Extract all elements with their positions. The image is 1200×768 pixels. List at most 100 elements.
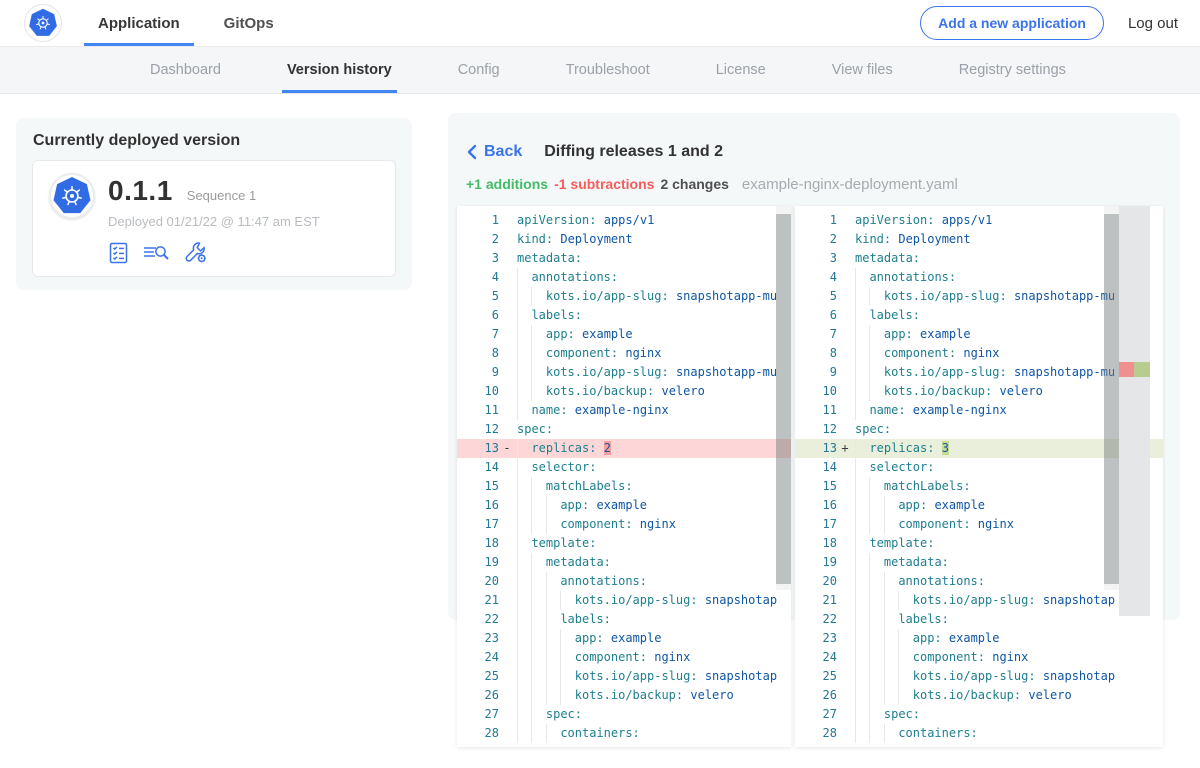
tab-version-history[interactable]: Version history [282,47,397,93]
line-number: 1 [457,211,499,230]
line-number: 24 [457,648,499,667]
diff-marker [499,363,515,382]
version-action-icons [108,241,320,264]
line-number: 28 [457,724,499,743]
diff-editor-original[interactable]: 1apiVersion: apps/v12kind: Deployment3me… [457,206,791,747]
code-line-7-left: 7app: example [457,325,791,344]
top-navigation: ApplicationGitOps Add a new application … [0,0,1200,47]
line-number: 13 [795,439,837,458]
diff-marker [837,268,853,287]
diff-marker [837,325,853,344]
code-line-17-left: 17component: nginx [457,515,791,534]
code-content: template: [517,534,596,553]
code-line-21-left: 21kots.io/app-slug: snapshotap [457,591,791,610]
tab-view-files[interactable]: View files [827,47,898,93]
diff-marker [499,629,515,648]
diff-marker [499,458,515,477]
logout-button[interactable]: Log out [1128,15,1178,32]
scrollbar-thumb[interactable] [776,214,791,584]
code-content: kots.io/backup: velero [517,382,705,401]
code-line-1-left: 1 apiVersion: apps/v1 [457,211,791,230]
code-line-3-left: 3metadata: [457,249,791,268]
line-number: 21 [457,591,499,610]
ruler-deletion-marker [1119,362,1134,377]
tab-license[interactable]: License [711,47,771,93]
code-content: app: example [517,629,661,648]
preflight-checks-icon[interactable] [108,242,130,264]
line-number: 22 [795,610,837,629]
code-content: spec: [855,420,891,439]
scrollbar-thumb[interactable] [1104,214,1119,584]
code-content: containers: [517,724,640,743]
back-button[interactable]: Back [466,143,522,161]
code-content: app: example [855,325,971,344]
diff-marker [837,629,853,648]
code-content: kind: Deployment [855,230,971,249]
code-line-5-left: 5kots.io/app-slug: snapshotapp-mu [457,287,791,306]
code-content: kots.io/app-slug: snapshotapp-mu [517,363,777,382]
tab-troubleshoot[interactable]: Troubleshoot [561,47,655,93]
sequence-label: Sequence 1 [187,188,256,203]
diff-title: Diffing releases 1 and 2 [544,143,723,161]
diff-editor-modified[interactable]: 1apiVersion: apps/v12kind: Deployment3me… [795,206,1163,747]
code-content: matchLabels: [517,477,633,496]
line-number: 15 [457,477,499,496]
kubernetes-logo [24,4,62,42]
topnav-tab-gitops[interactable]: GitOps [222,0,276,46]
code-line-27-right: 27spec: [795,705,1163,724]
diff-marker: - [499,439,515,458]
code-line-19-left: 19metadata: [457,553,791,572]
code-line-22-left: 22labels: [457,610,791,629]
code-content: apiVersion: apps/v1 [517,211,654,230]
diff-marker [837,249,853,268]
code-content: kots.io/app-slug: snapshotap [855,591,1115,610]
code-lines-original: 1apiVersion: apps/v12kind: Deployment3me… [457,206,791,743]
line-number: 13 [457,439,499,458]
code-content: labels: [517,306,582,325]
line-number: 23 [457,629,499,648]
code-content: annotations: [855,268,956,287]
diff-marker [837,724,853,743]
line-number: 18 [795,534,837,553]
code-line-4-left: 4annotations: [457,268,791,287]
code-line-27-left: 27spec: [457,705,791,724]
line-number: 14 [795,458,837,477]
diff-marker [499,382,515,401]
code-content: containers: [855,724,978,743]
code-content: matchLabels: [855,477,971,496]
code-content: component: nginx [855,648,1028,667]
line-number: 16 [795,496,837,515]
diff-marker [837,705,853,724]
code-content: annotations: [517,268,618,287]
code-line-23-left: 23 app: example [457,629,791,648]
add-application-button[interactable]: Add a new application [920,6,1104,40]
tab-config[interactable]: Config [453,47,505,93]
line-number: 11 [457,401,499,420]
diff-marker [837,515,853,534]
line-number: 5 [795,287,837,306]
line-number: 28 [795,724,837,743]
code-content: app: example [855,629,999,648]
line-number: 24 [795,648,837,667]
code-line-23-right: 23app: example [795,629,1163,648]
line-number: 2 [457,230,499,249]
diff-marker [499,705,515,724]
kubernetes-app-icon [52,176,92,216]
code-line-11-left: 11name: example-nginx [457,401,791,420]
release-notes-icon[interactable] [143,242,170,264]
topnav-tab-application[interactable]: Application [96,0,182,46]
tab-registry-settings[interactable]: Registry settings [954,47,1071,93]
tab-dashboard[interactable]: Dashboard [145,47,226,93]
line-number: 9 [457,363,499,382]
code-line-26-right: 26kots.io/backup: velero [795,686,1163,705]
edit-config-icon[interactable] [183,241,208,264]
code-content: kots.io/app-slug: snapshotapp-mu [517,287,777,306]
diff-marker [499,496,515,515]
code-line-18-left: 18template: [457,534,791,553]
line-number: 26 [457,686,499,705]
code-content: replicas: 2 [517,439,611,458]
diff-marker [837,382,853,401]
code-content: labels: [517,610,611,629]
code-content: name: example-nginx [855,401,1007,420]
line-number: 25 [457,667,499,686]
